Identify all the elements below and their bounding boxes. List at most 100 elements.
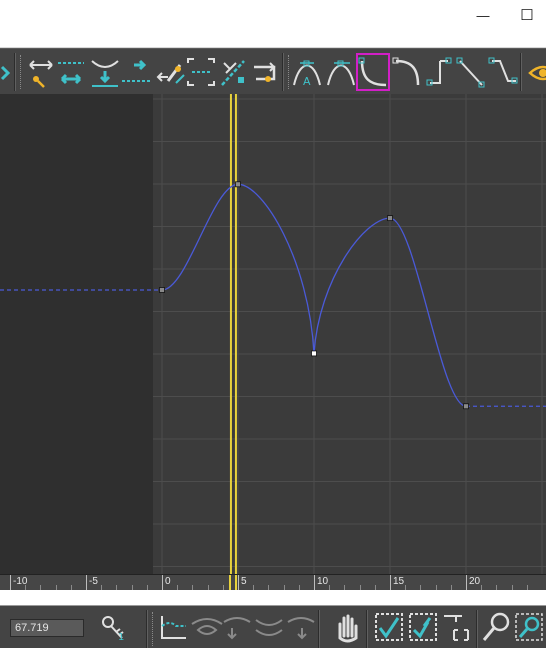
toolbar-separator [520, 53, 522, 91]
step-tangent-icon [392, 57, 420, 86]
frame-value-icon [409, 613, 437, 641]
smooth-tangent-button[interactable] [454, 53, 488, 91]
toolbar-grip[interactable] [20, 55, 23, 89]
time-ruler[interactable]: -10 -5 0 5 10 15 20 [0, 574, 546, 591]
status-separator [476, 610, 478, 648]
key-out-button[interactable] [220, 610, 254, 644]
ruler-label: 15 [393, 576, 405, 587]
ruler-label: 20 [469, 576, 481, 587]
ruler-label: 5 [241, 576, 247, 587]
insert-keys-icon [58, 62, 84, 85]
ruler-label: 10 [317, 576, 329, 587]
ruler-tick [86, 575, 87, 591]
toolbar-separator [14, 53, 16, 91]
frame-horizontal-icon [375, 613, 403, 641]
ruler-tick [466, 575, 467, 591]
snap-frames-button[interactable] [216, 53, 250, 91]
ruler-tick [390, 575, 391, 591]
linear-tangent-button[interactable] [422, 53, 456, 91]
zoom-region-button[interactable] [512, 610, 546, 644]
slide-keys-icon [91, 60, 119, 87]
curve-editor-toolbar: A [0, 48, 546, 94]
spline-tangent-icon: A [293, 60, 321, 88]
key-stats-button[interactable]: 1 [96, 610, 130, 644]
key-arrow-icon [255, 619, 283, 636]
slow-tangent-button[interactable] [356, 53, 390, 91]
maximize-icon: ☐ [520, 7, 534, 24]
minimize-icon: — [476, 7, 490, 23]
draw-curves-button[interactable] [154, 53, 188, 91]
auto-tangent-button[interactable] [248, 53, 282, 91]
svg-text:1: 1 [118, 632, 124, 643]
key-arrow-icon [287, 617, 315, 640]
ruler-label: -5 [89, 576, 98, 587]
function-curve-view[interactable] [0, 94, 546, 574]
key-stats-icon: 1 [102, 616, 124, 643]
panel-divider [0, 590, 546, 606]
ruler-tick [238, 575, 239, 591]
track-view-frame-button[interactable] [156, 610, 190, 644]
show-selected-key-stats-button[interactable] [190, 610, 224, 644]
zoom-button[interactable] [480, 610, 514, 644]
pan-button[interactable] [330, 610, 364, 644]
show-keyable-button[interactable] [486, 53, 520, 91]
curve-key[interactable] [311, 350, 317, 357]
minimize-button[interactable]: — [470, 4, 496, 26]
snap-frames-icon [221, 60, 245, 86]
status-separator [318, 610, 320, 648]
hand-icon [338, 614, 358, 643]
show-keyable-icons-button[interactable] [526, 53, 546, 91]
toolbar-separator [282, 53, 284, 91]
track-view-frame-icon [161, 616, 186, 639]
fast-tangent-icon [327, 60, 355, 86]
time-slider-marker [229, 94, 237, 574]
curve-key[interactable] [463, 403, 469, 410]
key-loop-button[interactable] [284, 610, 318, 644]
insert-keys-button[interactable] [54, 53, 88, 91]
spline-tangent-button[interactable]: A [290, 53, 324, 91]
show-keyable-icon [488, 57, 518, 84]
magnifier-icon [482, 612, 510, 641]
svg-text:A: A [303, 75, 311, 88]
curve-key[interactable] [387, 215, 393, 222]
tool-partial[interactable] [0, 53, 14, 91]
frame-value-button[interactable] [406, 610, 440, 644]
zoom-value-extents-button[interactable] [440, 610, 474, 644]
step-tangent-button[interactable] [390, 53, 424, 91]
ruler-tick [314, 575, 315, 591]
status-separator [146, 610, 148, 648]
curve-graph[interactable] [0, 94, 546, 574]
curve-key[interactable] [235, 181, 241, 188]
status-grip[interactable] [152, 612, 155, 646]
ruler-time-marker[interactable] [229, 575, 238, 591]
key-value-field[interactable]: 67.719 [10, 619, 84, 637]
scale-keys-icon [122, 59, 152, 82]
ruler-tick [162, 575, 163, 591]
key-in-button[interactable] [252, 610, 286, 644]
region-tool-button[interactable] [184, 53, 218, 91]
grid-lines [153, 94, 546, 574]
region-tool-icon [187, 58, 215, 86]
auto-tangent-icon [254, 62, 276, 82]
slide-keys-button[interactable] [88, 53, 122, 91]
move-keys-horizontal-icon [29, 60, 53, 88]
ruler-label: 0 [165, 576, 171, 587]
eye-icon [528, 65, 546, 81]
pre-range-area [0, 94, 153, 574]
linear-tangent-icon [426, 57, 452, 86]
status-separator [366, 610, 368, 648]
move-keys-horizontal-button[interactable] [24, 53, 58, 91]
scale-keys-button[interactable] [120, 53, 154, 91]
key-arrow-icon [223, 617, 251, 640]
frame-horizontal-button[interactable] [372, 610, 406, 644]
fast-tangent-button[interactable] [324, 53, 358, 91]
curve-key[interactable] [159, 287, 165, 293]
status-bar: 67.719 1 [0, 606, 546, 648]
slow-tangent-icon [358, 57, 387, 87]
smooth-tangent-icon [456, 57, 485, 88]
eye-curve-icon [191, 618, 223, 635]
draw-curves-icon [156, 64, 185, 84]
ruler-tick [10, 575, 11, 591]
zoom-region-icon [515, 613, 543, 641]
maximize-button[interactable]: ☐ [514, 4, 540, 26]
